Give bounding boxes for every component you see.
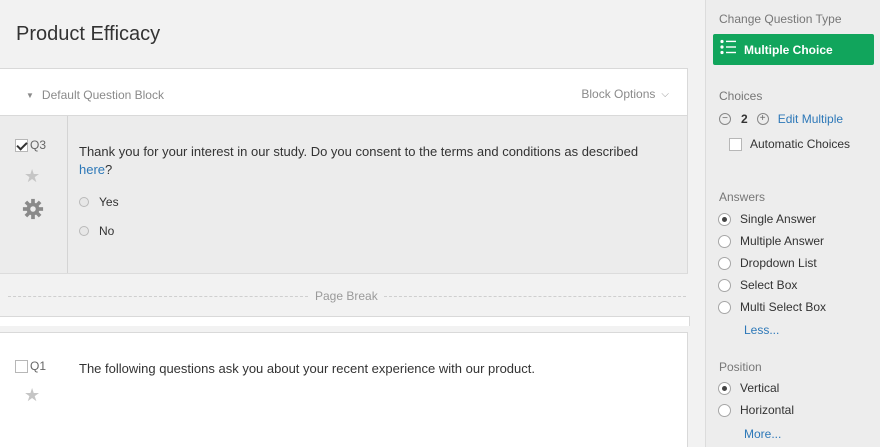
plus-icon[interactable]: +	[756, 113, 769, 125]
chevron-down-icon: ⌵	[661, 88, 669, 100]
radio-selected-icon[interactable]	[718, 212, 731, 226]
position-label: Position	[719, 360, 762, 374]
choice-no[interactable]: No	[79, 224, 114, 238]
question-select[interactable]: Q3	[15, 138, 46, 152]
automatic-choices-label: Automatic Choices	[750, 137, 851, 151]
less-link[interactable]: Less...	[744, 323, 779, 337]
radio-icon[interactable]	[718, 403, 731, 417]
block-toggle[interactable]: ▼ Default Question Block	[26, 88, 164, 102]
question-checkbox[interactable]	[15, 138, 28, 152]
question-text[interactable]: Thank you for your interest in our study…	[79, 143, 659, 179]
page-break-line	[384, 296, 686, 297]
more-link[interactable]: More...	[744, 427, 781, 441]
edit-multiple-link[interactable]: Edit Multiple	[778, 112, 843, 126]
choices-label: Choices	[719, 89, 763, 103]
question-text[interactable]: The following questions ask you about yo…	[79, 360, 535, 378]
question-number: Q1	[30, 359, 47, 373]
page-break-label: Page Break	[315, 289, 378, 303]
question-q3[interactable]: Q3 ★ Thank you for your interest in our …	[0, 116, 688, 274]
answer-multi-select-box[interactable]: Multi Select Box	[718, 300, 826, 314]
survey-title: Product Efficacy	[16, 23, 161, 45]
change-type-label: Change Question Type	[719, 12, 842, 26]
question-q1[interactable]: Q1 ★ The following questions ask you abo…	[0, 332, 688, 447]
choice-yes[interactable]: Yes	[79, 195, 119, 209]
automatic-choices-option[interactable]: Automatic Choices	[729, 137, 850, 151]
radio-icon[interactable]	[718, 256, 731, 270]
radio-icon[interactable]	[718, 278, 731, 292]
answer-select-box[interactable]: Select Box	[718, 278, 797, 292]
question-number: Q3	[30, 138, 47, 152]
survey-editor: Product Efficacy ▼ Default Question Bloc…	[0, 0, 705, 447]
page-break-line	[8, 296, 308, 297]
gear-icon[interactable]	[22, 198, 44, 225]
answer-single[interactable]: Single Answer	[718, 212, 816, 226]
answers-label: Answers	[719, 190, 766, 204]
radio-selected-icon[interactable]	[718, 381, 731, 395]
caret-down-icon: ▼	[26, 90, 34, 100]
radio-icon[interactable]	[718, 300, 731, 314]
star-icon[interactable]: ★	[24, 385, 40, 406]
block-options-label: Block Options	[581, 87, 656, 101]
list-icon	[720, 39, 736, 60]
question-type-button[interactable]: Multiple Choice	[713, 34, 874, 65]
position-vertical[interactable]: Vertical	[718, 381, 779, 395]
block-options-button[interactable]: Block Options ⌵	[581, 87, 669, 101]
terms-link[interactable]: here	[79, 162, 105, 177]
choices-stepper: − 2 + Edit Multiple	[719, 112, 843, 126]
question-select[interactable]: Q1	[15, 359, 46, 373]
answer-multiple[interactable]: Multiple Answer	[718, 234, 824, 248]
radio-icon[interactable]	[79, 226, 89, 236]
block-name: Default Question Block	[41, 88, 164, 102]
radio-icon[interactable]	[718, 234, 731, 248]
star-icon[interactable]: ★	[24, 166, 40, 187]
question-gutter: Q1 ★	[0, 333, 68, 447]
block-edge	[0, 316, 690, 326]
question-checkbox[interactable]	[15, 359, 28, 373]
question-type-label: Multiple Choice	[744, 42, 833, 57]
question-gutter: Q3 ★	[0, 116, 68, 273]
question-block-header: ▼ Default Question Block Block Options ⌵	[0, 68, 688, 116]
choices-count: 2	[741, 112, 748, 126]
question-settings-sidebar: Change Question Type Multiple Choice Cho…	[705, 0, 880, 447]
automatic-choices-checkbox[interactable]	[729, 137, 742, 151]
position-horizontal[interactable]: Horizontal	[718, 403, 794, 417]
choice-label: No	[99, 224, 115, 238]
page-break: Page Break	[0, 274, 705, 326]
minus-icon[interactable]: −	[719, 113, 731, 125]
choice-label: Yes	[99, 195, 119, 209]
answer-dropdown[interactable]: Dropdown List	[718, 256, 817, 270]
radio-icon[interactable]	[79, 197, 89, 207]
